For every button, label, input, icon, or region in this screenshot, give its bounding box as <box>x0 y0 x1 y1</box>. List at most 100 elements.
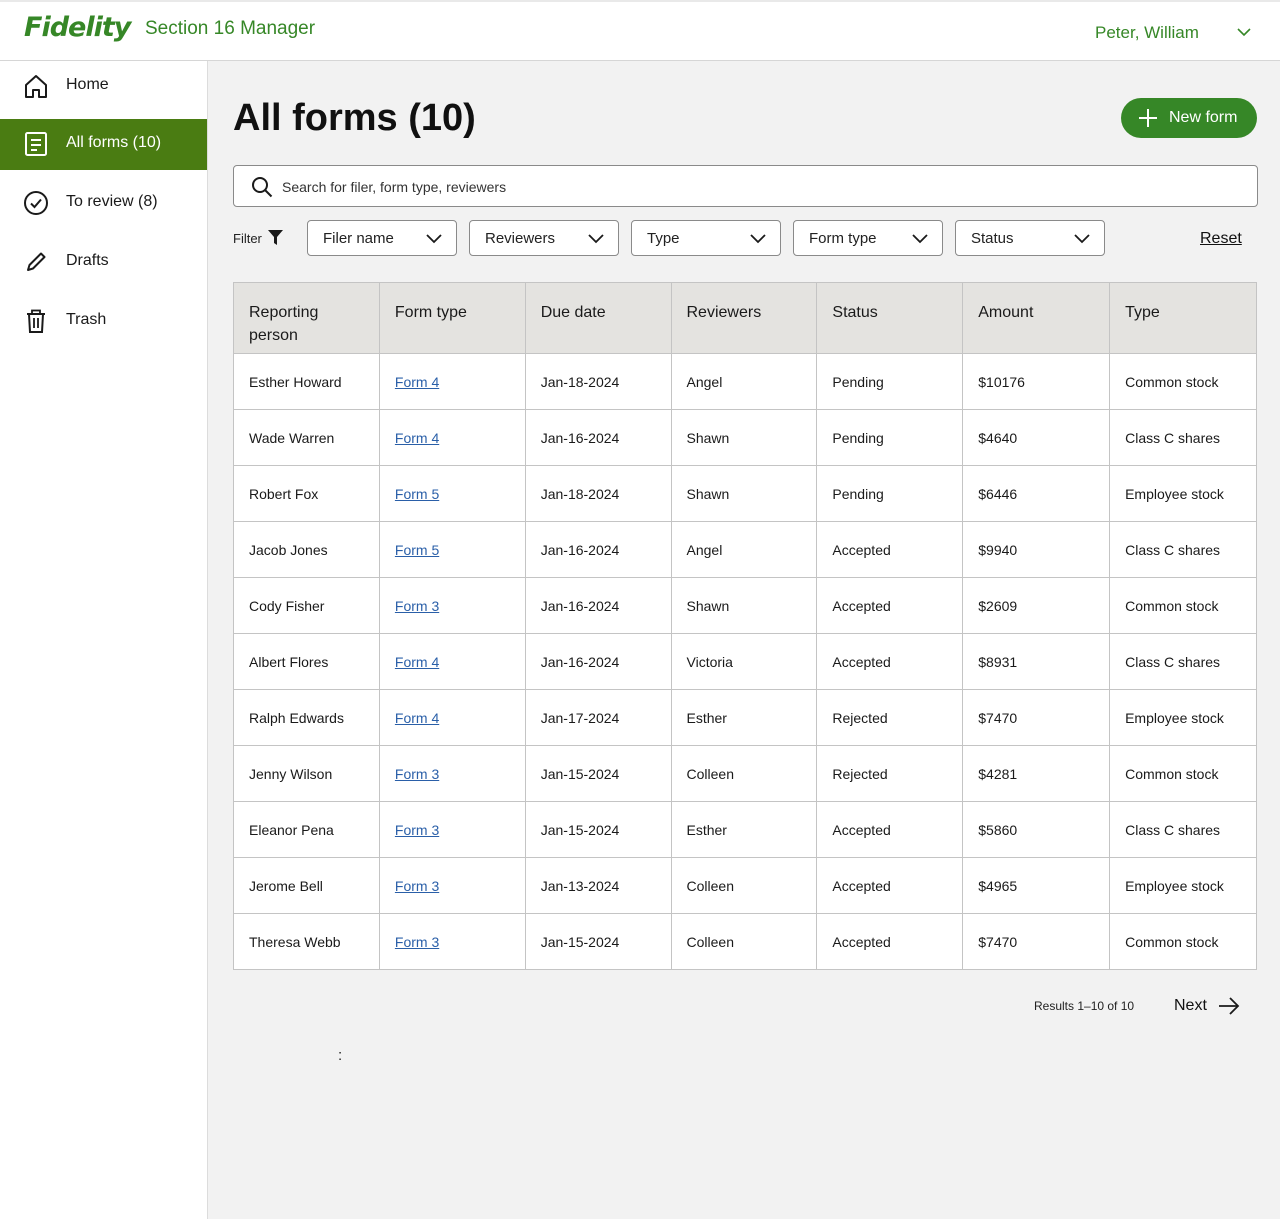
table-cell: Class C shares <box>1109 521 1257 578</box>
chevron-down-icon[interactable] <box>1236 26 1252 38</box>
table-cell: Jenny Wilson <box>233 745 380 802</box>
chevron-down-icon <box>426 234 442 244</box>
form-type-link[interactable]: Form 3 <box>395 934 439 950</box>
filter-form-type[interactable]: Form type <box>793 220 943 256</box>
user-menu-name[interactable]: Peter, William <box>1095 23 1199 43</box>
sidebar-item-drafts[interactable]: Drafts <box>0 237 207 288</box>
table-cell: Jan-18-2024 <box>524 465 672 522</box>
table-cell: Rejected <box>816 689 964 746</box>
table-cell: Robert Fox <box>233 465 380 522</box>
column-header[interactable]: Status <box>816 282 964 354</box>
column-header[interactable]: Amount <box>962 282 1111 354</box>
table-cell: Accepted <box>816 857 964 914</box>
table-row[interactable]: Theresa Webb Form 3 Jan-15-2024 Colleen Acce… <box>233 913 1257 970</box>
table-cell: Ralph Edwards <box>233 689 380 746</box>
table-cell: $2609 <box>962 577 1111 634</box>
table-row[interactable]: Jenny Wilson Form 3 Jan-15-2024 Colleen Reje… <box>233 745 1257 802</box>
form-type-link[interactable]: Form 3 <box>395 598 439 614</box>
table-row[interactable]: Ralph Edwards Form 4 Jan-17-2024 Esther Reje… <box>233 689 1257 746</box>
table-cell: Pending <box>816 409 964 466</box>
new-form-button[interactable]: New form <box>1121 98 1257 138</box>
fidelity-logo[interactable]: Fidelity <box>24 12 131 43</box>
app-name: Section 16 Manager <box>145 18 316 39</box>
table-row[interactable]: Robert Fox Form 5 Jan-18-2024 Shawn Pending $… <box>233 465 1257 522</box>
table-cell: Form 5 <box>378 465 526 522</box>
chevron-down-icon <box>750 234 766 244</box>
table-cell: $4965 <box>962 857 1111 914</box>
form-type-link[interactable]: Form 5 <box>395 542 439 558</box>
column-header[interactable]: Type <box>1109 282 1257 354</box>
table-cell: $4281 <box>962 745 1111 802</box>
table-cell: Shawn <box>670 577 818 634</box>
table-body: Esther Howard Form 4 Jan-18-2024 Angel Pendi… <box>233 353 1257 970</box>
table-cell: Jan-13-2024 <box>524 857 672 914</box>
table-cell: Jan-17-2024 <box>524 689 672 746</box>
sidebar-item-home[interactable]: Home <box>0 61 207 112</box>
table-row[interactable]: Esther Howard Form 4 Jan-18-2024 Angel Pendi… <box>233 353 1257 410</box>
filter-type[interactable]: Type <box>631 220 781 256</box>
form-type-link[interactable]: Form 4 <box>395 430 439 446</box>
table-cell: Esther Howard <box>233 353 380 410</box>
filter-filer-name[interactable]: Filer name <box>307 220 457 256</box>
filter-funnel-icon[interactable] <box>267 229 284 246</box>
column-header[interactable]: Due date <box>524 282 672 354</box>
table-cell: Form 3 <box>378 577 526 634</box>
table-cell: $9940 <box>962 521 1111 578</box>
table-cell: Jan-15-2024 <box>524 745 672 802</box>
table-row[interactable]: Eleanor Pena Form 3 Jan-15-2024 Esther Accep… <box>233 801 1257 858</box>
arrow-right-icon[interactable] <box>1217 996 1241 1016</box>
search-input[interactable] <box>282 174 1232 200</box>
table-cell: Angel <box>670 521 818 578</box>
column-header[interactable]: Reporting person <box>233 282 380 354</box>
table-row[interactable]: Jerome Bell Form 3 Jan-13-2024 Colleen Accep… <box>233 857 1257 914</box>
table-cell: Form 3 <box>378 857 526 914</box>
form-type-link[interactable]: Form 4 <box>395 374 439 390</box>
table-cell: Form 3 <box>378 913 526 970</box>
column-header[interactable]: Reviewers <box>670 282 818 354</box>
table-cell: Jacob Jones <box>233 521 380 578</box>
pencil-icon <box>27 252 46 271</box>
chevron-down-icon <box>912 234 928 244</box>
form-type-link[interactable]: Form 3 <box>395 822 439 838</box>
table-cell: Accepted <box>816 577 964 634</box>
table-row[interactable]: Cody Fisher Form 3 Jan-16-2024 Shawn Accepte… <box>233 577 1257 634</box>
table-cell: Employee stock <box>1109 857 1257 914</box>
table-row[interactable]: Jacob Jones Form 5 Jan-16-2024 Angel Accepte… <box>233 521 1257 578</box>
reset-filters-link[interactable]: Reset <box>1200 230 1242 248</box>
stray-text: : <box>338 1047 343 1064</box>
table-row[interactable]: Wade Warren Form 4 Jan-16-2024 Shawn Pending… <box>233 409 1257 466</box>
filter-reviewers[interactable]: Reviewers <box>469 220 619 256</box>
table-row[interactable]: Albert Flores Form 4 Jan-16-2024 Victoria Ac… <box>233 633 1257 690</box>
top-bar: Fidelity Section 16 Manager Peter, Willi… <box>0 0 1280 61</box>
form-type-link[interactable]: Form 4 <box>395 710 439 726</box>
filter-status[interactable]: Status <box>955 220 1105 256</box>
document-icon <box>25 132 47 156</box>
sidebar-item-label: To review (8) <box>66 193 158 210</box>
sidebar-item-to-review[interactable]: To review (8) <box>0 178 207 229</box>
table-cell: Pending <box>816 465 964 522</box>
table-cell: Jan-16-2024 <box>524 633 672 690</box>
table-cell: Form 4 <box>378 633 526 690</box>
form-type-link[interactable]: Form 4 <box>395 654 439 670</box>
table-cell: $7470 <box>962 913 1111 970</box>
table-cell: $8931 <box>962 633 1111 690</box>
table-cell: Colleen <box>670 857 818 914</box>
trash-icon <box>27 309 45 333</box>
table-cell: Wade Warren <box>233 409 380 466</box>
form-type-link[interactable]: Form 3 <box>395 878 439 894</box>
table-cell: Form 4 <box>378 353 526 410</box>
sidebar-item-trash[interactable]: Trash <box>0 296 207 347</box>
table-cell: Accepted <box>816 913 964 970</box>
table-cell: Shawn <box>670 465 818 522</box>
filter-label: Filter <box>233 231 262 246</box>
form-type-link[interactable]: Form 3 <box>395 766 439 782</box>
table-cell: Form 3 <box>378 745 526 802</box>
column-header[interactable]: Form type <box>378 282 526 354</box>
next-page-link[interactable]: Next <box>1174 997 1207 1015</box>
results-count: Results 1–10 of 10 <box>1034 999 1135 1013</box>
filter-select-label: Form type <box>809 230 877 247</box>
sidebar-item-all-forms[interactable]: All forms (10) <box>0 119 207 170</box>
table-cell: Common stock <box>1109 353 1257 410</box>
form-type-link[interactable]: Form 5 <box>395 486 439 502</box>
table-cell: Form 4 <box>378 689 526 746</box>
